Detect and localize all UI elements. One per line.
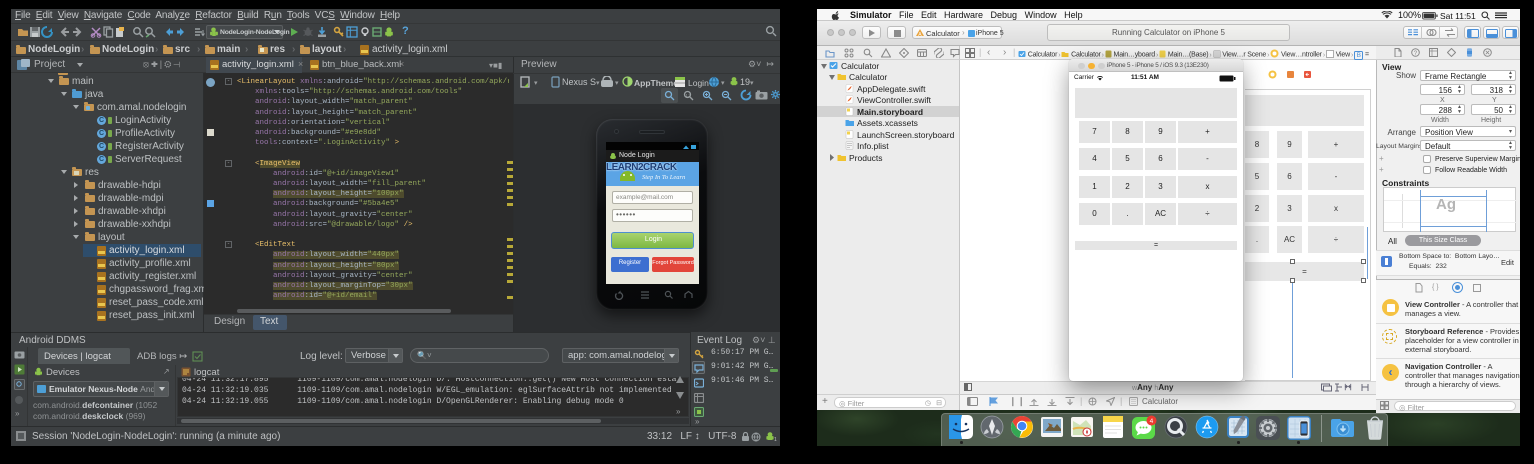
svg-text:1:1: 1:1 (686, 92, 692, 97)
svg-text:1: 1 (774, 437, 777, 442)
svg-text:4: 4 (1150, 418, 1154, 425)
